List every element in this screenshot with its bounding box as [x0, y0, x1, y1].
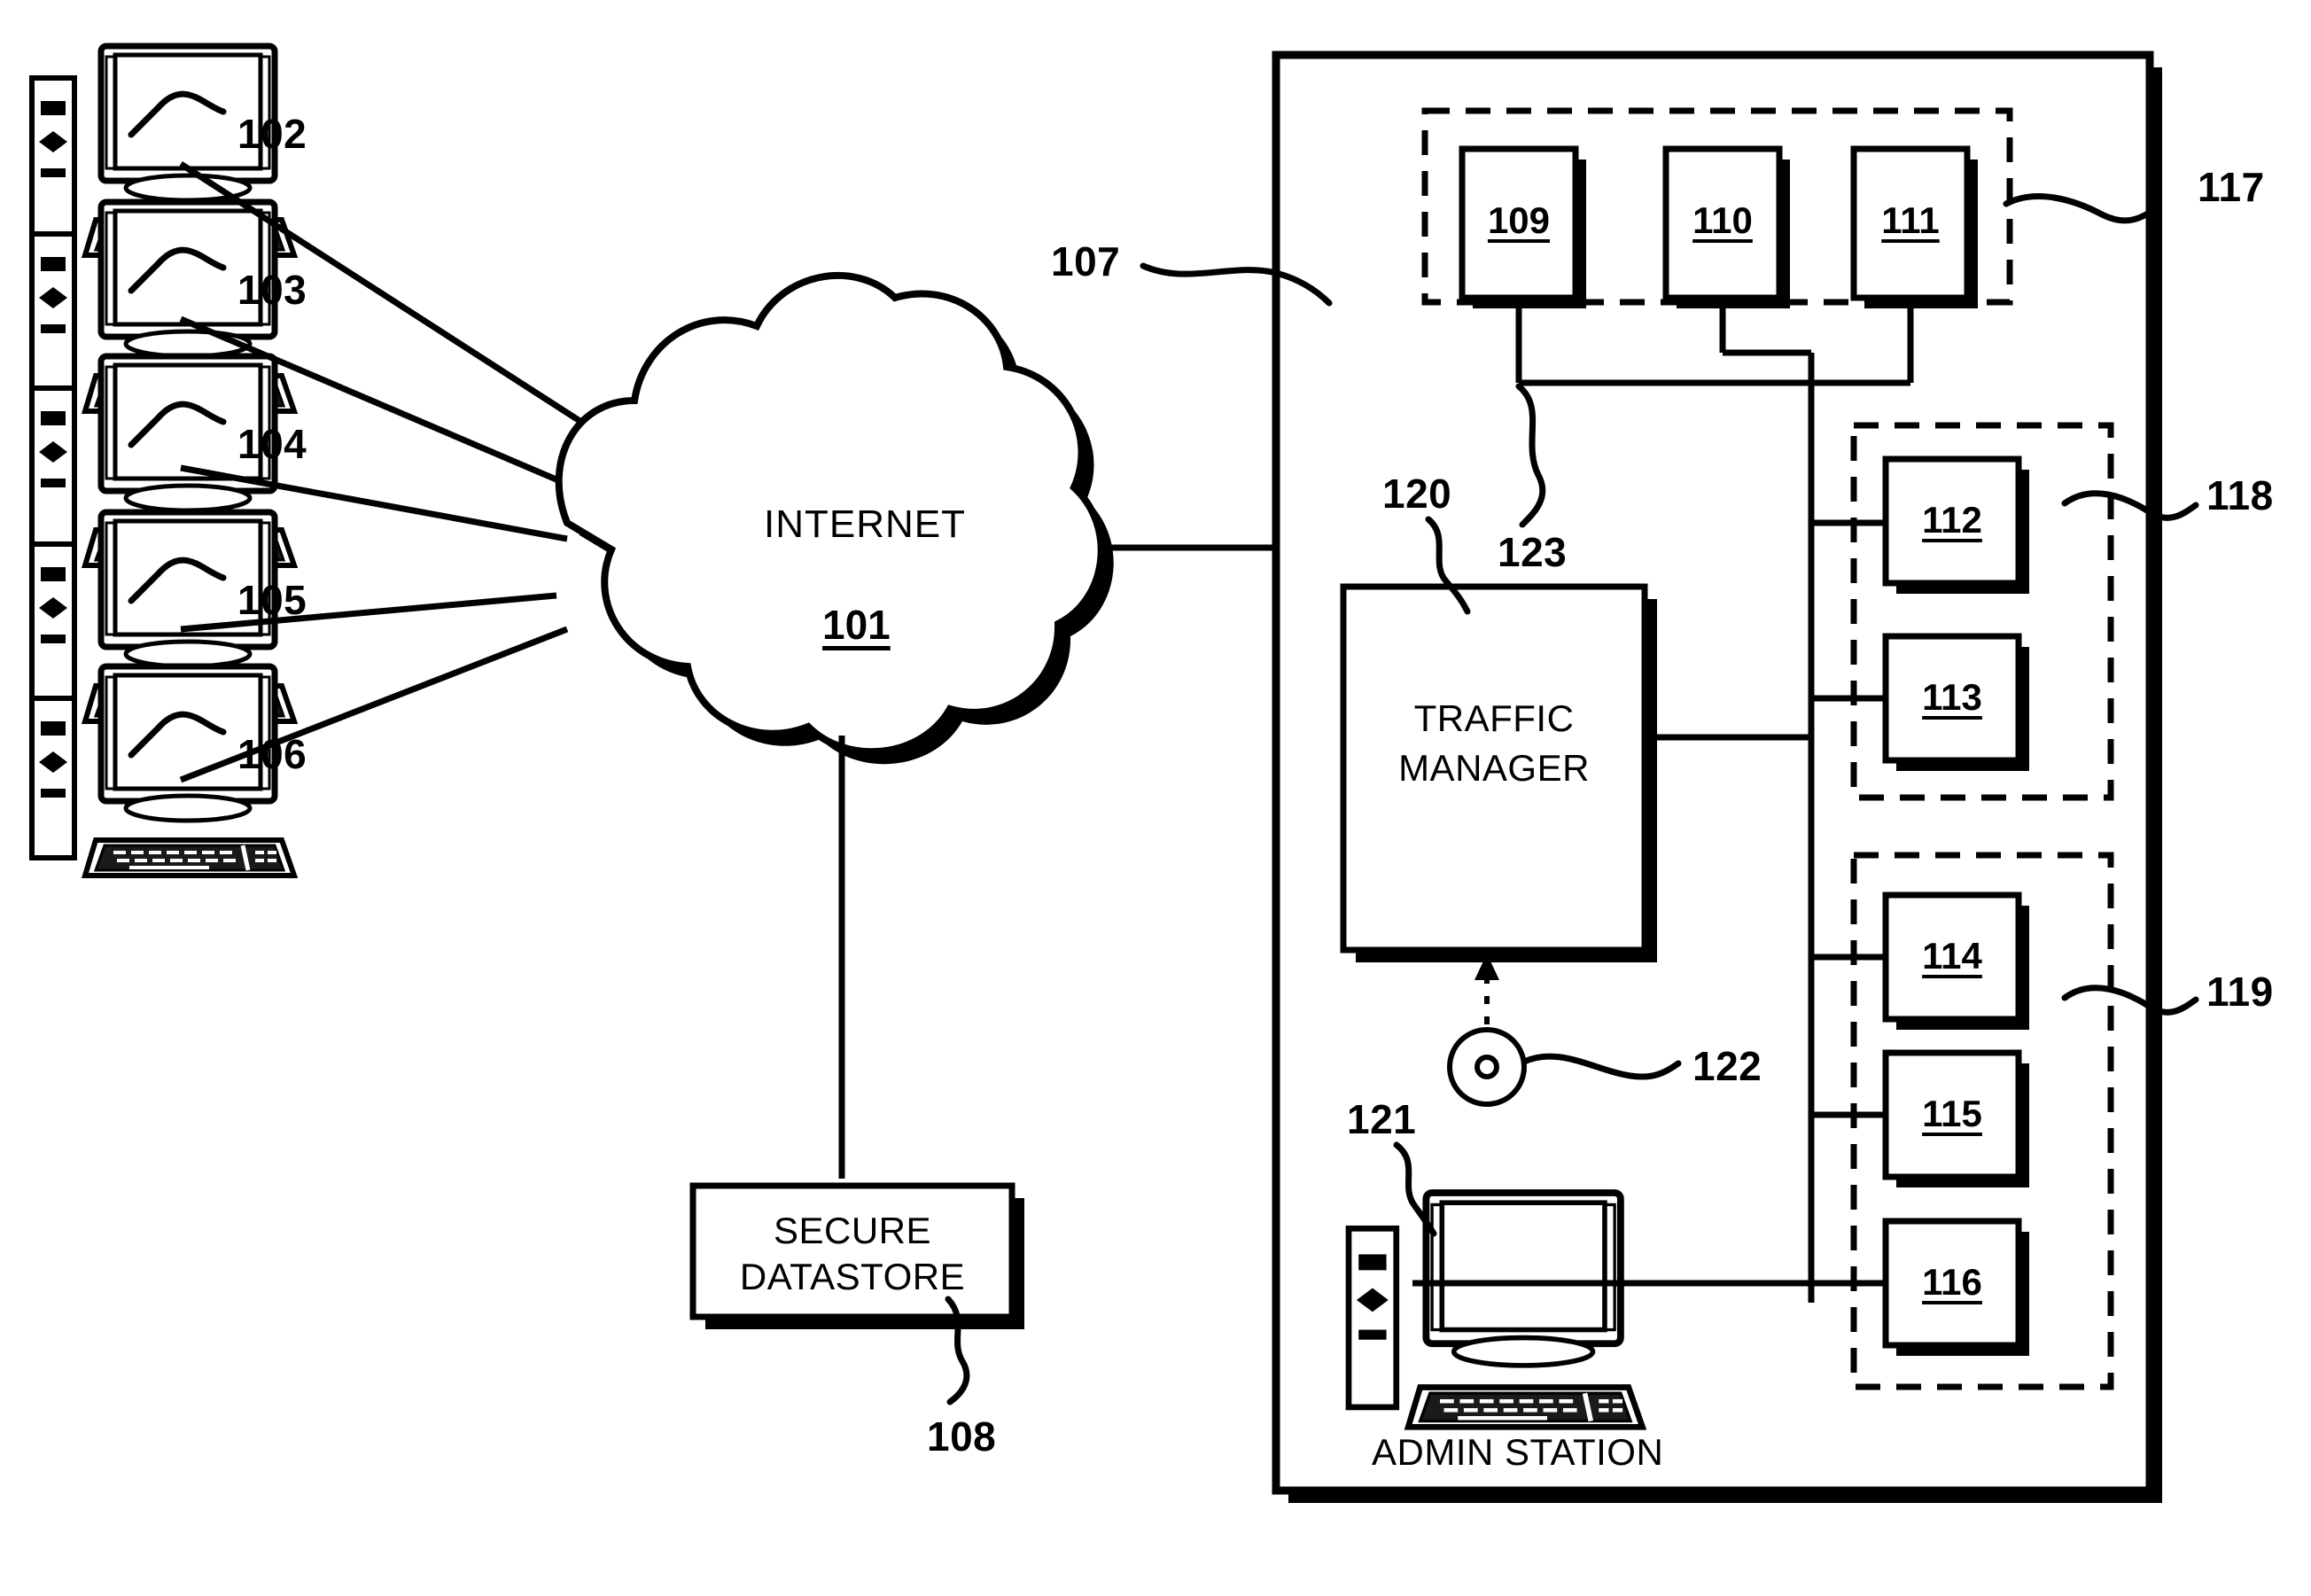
ref-label-103: 103 [237, 267, 307, 313]
ref-label-117: 117 [2198, 164, 2265, 210]
server-label-114: 114 [1922, 935, 1982, 977]
ref-label-120: 120 [1382, 471, 1452, 517]
ref-label-104: 104 [237, 421, 307, 467]
ref-label-106: 106 [237, 731, 307, 777]
datastore-label-line2: DATASTORE [739, 1256, 966, 1297]
ref-label-121: 121 [1347, 1096, 1417, 1142]
server-label-111: 111 [1881, 199, 1940, 241]
admin-station-label: ADMIN STATION [1372, 1431, 1664, 1473]
server-label-110: 110 [1692, 199, 1753, 241]
patent-figure-canvas: 102 103 104 105 106 INTERNET 101 SECURE … [0, 0, 2311, 1596]
server-label-113: 113 [1922, 676, 1982, 718]
datastore-label-line1: SECURE [773, 1210, 932, 1251]
ref-label-102: 102 [237, 111, 307, 157]
server-label-116: 116 [1922, 1261, 1982, 1303]
traffic-manager-label-line2: MANAGER [1398, 747, 1590, 789]
traffic-manager-label-line1: TRAFFIC [1413, 697, 1575, 739]
internet-cloud-ref: 101 [822, 602, 891, 648]
ref-label-123: 123 [1498, 529, 1568, 575]
ref-label-105: 105 [237, 577, 307, 623]
server-label-112: 112 [1922, 499, 1982, 541]
internet-cloud-label: INTERNET [764, 502, 966, 546]
ref-label-107: 107 [1051, 238, 1121, 284]
ref-label-108: 108 [927, 1413, 997, 1460]
server-label-109: 109 [1487, 199, 1551, 241]
server-label-115: 115 [1922, 1093, 1982, 1134]
ref-label-122: 122 [1692, 1043, 1762, 1089]
ref-label-119: 119 [2206, 969, 2274, 1015]
ref-label-118: 118 [2206, 472, 2274, 518]
admin-station-icon [1349, 1193, 1643, 1427]
diagram-vector-layer [0, 0, 2199, 1503]
